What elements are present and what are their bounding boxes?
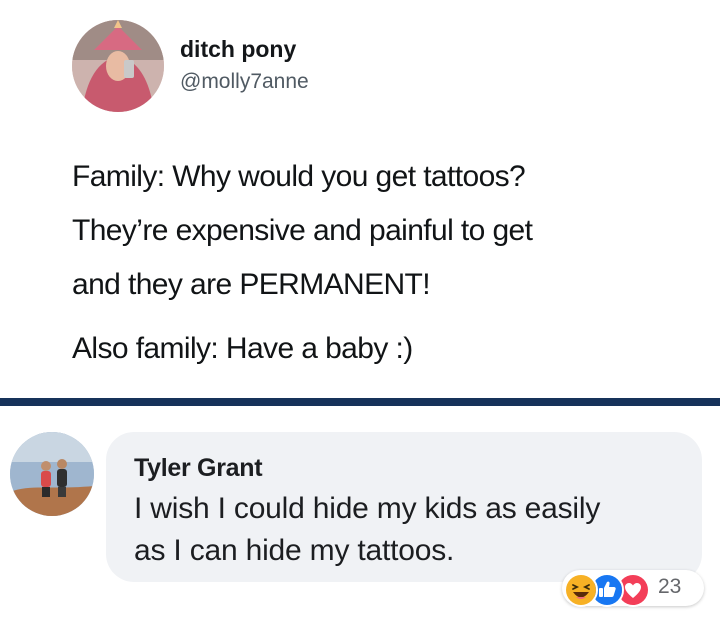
comment-text: I wish I could hide my kids as easily as… — [134, 488, 694, 572]
tweet-line: Family: Why would you get tattoos? — [72, 160, 526, 193]
comment-author-name[interactable]: Tyler Grant — [134, 454, 263, 483]
profile-photo-icon — [72, 20, 164, 112]
comment-bubble[interactable]: Tyler Grant I wish I could hide my kids … — [106, 432, 702, 582]
tweet-display-name[interactable]: ditch pony — [180, 36, 296, 63]
section-divider — [0, 398, 720, 406]
comment-thread: Tyler Grant I wish I could hide my kids … — [0, 406, 720, 621]
tweet-card: ditch pony @molly7anne Family: Why would… — [0, 0, 720, 398]
tweet-avatar[interactable] — [72, 20, 164, 112]
commenter-avatar[interactable] — [10, 432, 94, 516]
tweet-line: and they are PERMANENT! — [72, 268, 431, 301]
comment-text-line: as I can hide my tattoos. — [134, 534, 455, 567]
reaction-summary[interactable]: 23 — [562, 570, 704, 607]
profile-photo-icon — [10, 432, 94, 516]
tweet-line: Also family: Have a baby :) — [72, 332, 413, 365]
tweet-text: Family: Why would you get tattoos? They’… — [72, 150, 692, 376]
tweet-line: They’re expensive and painful to get — [72, 214, 533, 247]
tweet-handle[interactable]: @molly7anne — [180, 70, 309, 94]
comment-text-line: I wish I could hide my kids as easily — [134, 492, 601, 525]
reaction-count: 23 — [658, 575, 682, 598]
haha-reaction-icon — [564, 573, 598, 607]
